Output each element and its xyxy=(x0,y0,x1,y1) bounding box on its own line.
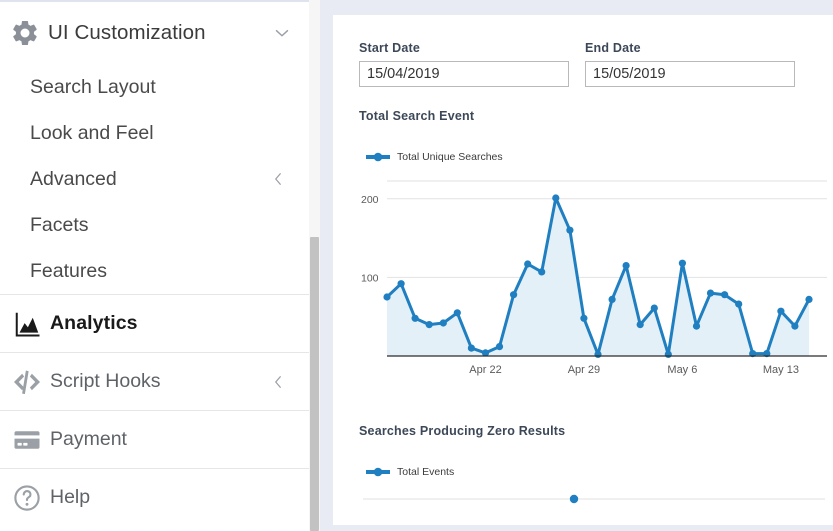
sidebar-item-facets[interactable]: Facets xyxy=(0,202,309,248)
sidebar-header-label: UI Customization xyxy=(48,21,206,44)
chart-legend-total-events[interactable]: Total Events xyxy=(365,466,831,478)
chart-legend-total-unique-searches[interactable]: Total Unique Searches xyxy=(365,151,831,163)
sidebar-item-script-hooks[interactable]: Script Hooks xyxy=(0,352,309,410)
chart-zero-results-svg xyxy=(363,494,825,504)
question-circle-icon xyxy=(14,484,40,511)
gear-icon xyxy=(13,20,37,46)
analytics-card: Start Date End Date Total Search Event T… xyxy=(333,15,833,525)
chart-total-search-event-svg: 100 200 Apr 22 Apr 29 May 6 May 13 xyxy=(361,180,827,376)
chevron-left-icon[interactable] xyxy=(269,373,287,391)
sidebar-item-analytics[interactable]: Analytics xyxy=(0,294,309,352)
credit-card-icon xyxy=(14,430,40,449)
section-title-zero-results: Searches Producing Zero Results xyxy=(359,424,566,438)
sidebar-item-label: Analytics xyxy=(50,312,138,334)
date-range-row: Start Date End Date xyxy=(359,41,831,87)
svg-text:100: 100 xyxy=(361,272,379,284)
sidebar-item-label: Script Hooks xyxy=(50,370,161,392)
end-date-input[interactable] xyxy=(585,61,795,87)
sidebar-item-look-and-feel[interactable]: Look and Feel xyxy=(0,110,309,156)
start-date-field: Start Date xyxy=(359,41,569,87)
svg-text:Apr 29: Apr 29 xyxy=(568,364,600,376)
section-title-total-search-event: Total Search Event xyxy=(359,109,475,123)
sidebar-item-label: Features xyxy=(30,259,107,282)
chevron-down-icon[interactable] xyxy=(271,22,293,44)
legend-label: Total Unique Searches xyxy=(397,151,503,163)
svg-text:May 6: May 6 xyxy=(667,364,697,376)
legend-line-marker-icon xyxy=(366,152,390,162)
sidebar-item-label: Look and Feel xyxy=(30,121,154,144)
sidebar-item-label: Payment xyxy=(50,428,127,450)
chevron-left-icon[interactable] xyxy=(269,170,287,188)
sidebar-item-help[interactable]: Help xyxy=(0,468,309,526)
sidebar-item-label: Help xyxy=(50,486,91,508)
sidebar-header-ui-customization[interactable]: UI Customization xyxy=(0,2,309,64)
start-date-input[interactable] xyxy=(359,61,569,87)
svg-text:Apr 22: Apr 22 xyxy=(469,364,501,376)
main-content: Start Date End Date Total Search Event T… xyxy=(320,0,833,531)
chart-zero-results[interactable] xyxy=(359,484,831,524)
end-date-field: End Date xyxy=(585,41,795,87)
sidebar-item-payment[interactable]: Payment xyxy=(0,410,309,468)
sidebar-item-features[interactable]: Features xyxy=(0,248,309,294)
sidebar-item-label: Search Layout xyxy=(30,75,156,98)
code-brackets-icon xyxy=(14,370,40,394)
sidebar-item-label: Facets xyxy=(30,213,89,236)
sidebar: UI Customization Search Layout Look and … xyxy=(0,0,309,531)
legend-line-marker-icon xyxy=(366,467,390,477)
sidebar-item-advanced[interactable]: Advanced xyxy=(0,156,309,202)
scrollbar-thumb[interactable] xyxy=(310,237,319,531)
svg-text:May 13: May 13 xyxy=(763,364,799,376)
end-date-label: End Date xyxy=(585,41,641,55)
sidebar-vertical-scrollbar[interactable] xyxy=(309,0,320,531)
legend-label: Total Events xyxy=(397,466,455,478)
area-chart-icon xyxy=(15,312,40,336)
start-date-label: Start Date xyxy=(359,41,421,55)
svg-text:200: 200 xyxy=(361,194,379,206)
chart-total-search-event[interactable]: 100 200 Apr 22 Apr 29 May 6 May 13 xyxy=(359,169,831,384)
sidebar-item-search-layout[interactable]: Search Layout xyxy=(0,64,309,110)
sidebar-item-label: Advanced xyxy=(30,167,117,190)
app-root: UI Customization Search Layout Look and … xyxy=(0,0,833,531)
